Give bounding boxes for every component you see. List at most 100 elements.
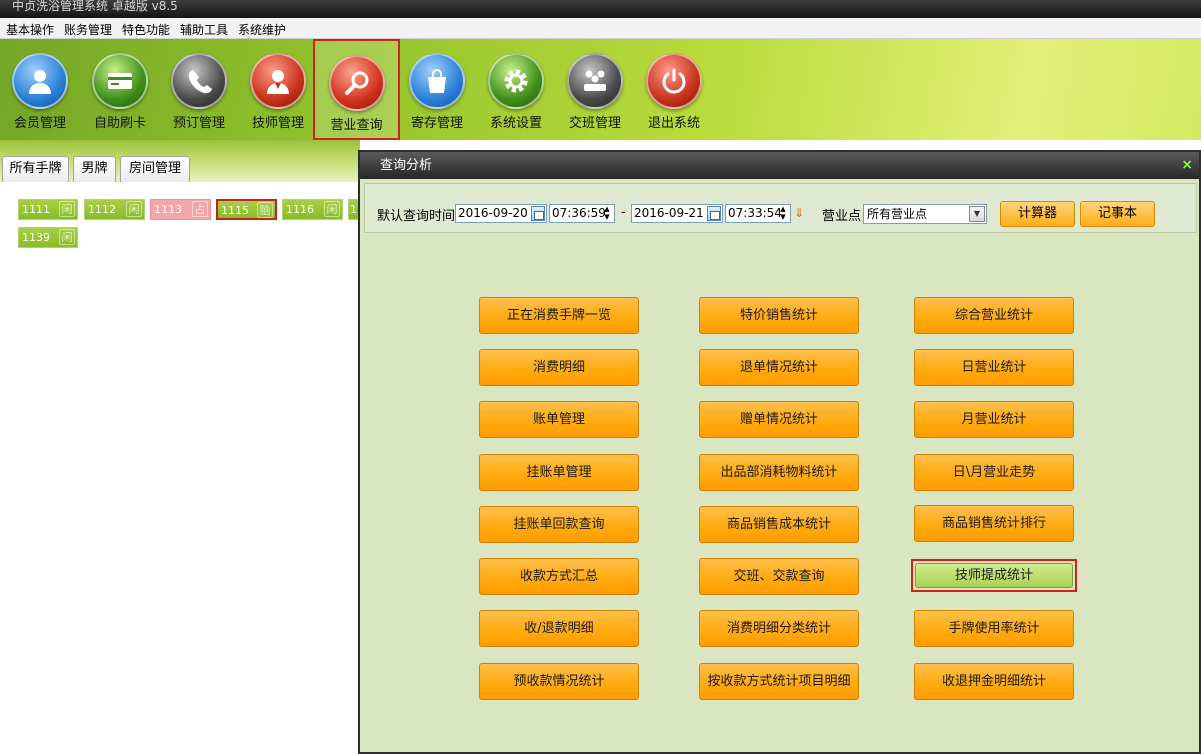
payment-method-summary-button[interactable]: 收款方式汇总 — [479, 558, 639, 595]
query-filter-bar: 默认查询时间 2016-09-20 07:36:59 ▲ ▼ - 2016-09-… — [364, 183, 1197, 233]
outlet-select[interactable]: 所有营业点 ▼ — [863, 204, 987, 224]
spinner-icon[interactable]: ▲ ▼ — [601, 205, 613, 222]
room-status-badge: 脑 — [257, 202, 273, 218]
room-tile[interactable]: 1113 占 — [150, 199, 211, 220]
close-icon[interactable]: × — [1181, 157, 1193, 173]
tab-room-management[interactable]: 房间管理 — [120, 156, 190, 182]
material-consumption-button[interactable]: 出品部消耗物料统计 — [699, 454, 859, 491]
end-time-value: 07:33:54 — [728, 206, 782, 220]
business-query-button[interactable]: 营业查询 — [313, 39, 400, 140]
calendar-icon[interactable] — [531, 206, 545, 221]
bill-management-button[interactable]: 账单管理 — [479, 401, 639, 438]
room-tile-selected[interactable]: 1115 脑 — [216, 199, 277, 220]
main-toolbar: 会员管理 自助刷卡 预订管理 技师管理 营业查询 寄存管理 系统设置 交班管理 … — [0, 39, 1201, 140]
menu-bar: 基本操作 账务管理 特色功能 辅助工具 系统维护 — [0, 18, 1201, 39]
start-date-field[interactable]: 2016-09-20 — [455, 204, 547, 223]
tab-all-tags[interactable]: 所有手牌 — [2, 156, 69, 182]
bag-icon — [409, 53, 465, 109]
tool-label: 自助刷卡 — [93, 116, 146, 131]
calculator-button[interactable]: 计算器 — [1000, 201, 1075, 227]
spinner-icon[interactable]: ▲ ▼ — [777, 205, 789, 222]
notepad-button[interactable]: 记事本 — [1080, 201, 1155, 227]
outlet-selected-value: 所有营业点 — [867, 207, 928, 221]
room-number: 1112 — [88, 203, 116, 216]
technician-icon — [250, 53, 306, 109]
date-range-separator: - — [621, 205, 626, 220]
end-date-value: 2016-09-21 — [634, 206, 704, 220]
handover-icon — [567, 53, 623, 109]
refund-stats-button[interactable]: 退单情况统计 — [699, 349, 859, 386]
room-number: 1113 — [154, 203, 182, 216]
technician-commission-button[interactable]: 技师提成统计 — [915, 563, 1073, 588]
start-time-value: 07:36:59 — [552, 206, 606, 220]
dialog-title-bar: 查询分析 × — [360, 152, 1199, 179]
booking-management-button[interactable]: 预订管理 — [159, 39, 239, 140]
end-date-field[interactable]: 2016-09-21 — [631, 204, 723, 223]
power-icon — [646, 53, 702, 109]
tool-label: 退出系统 — [647, 116, 700, 131]
menu-basic-ops[interactable]: 基本操作 — [6, 21, 54, 38]
special-price-sales-button[interactable]: 特价销售统计 — [699, 297, 859, 334]
room-tile[interactable]: 1139 闲 — [18, 227, 78, 248]
shift-payment-query-button[interactable]: 交班、交款查询 — [699, 558, 859, 595]
member-icon — [12, 53, 68, 109]
window-title: 中贞洗浴管理系统 卓越版 v8.5 — [0, 0, 1201, 18]
consumption-details-button[interactable]: 消费明细 — [479, 349, 639, 386]
tool-label: 营业查询 — [330, 118, 383, 133]
room-status-badge: 闲 — [324, 201, 340, 217]
credit-payment-query-button[interactable]: 挂账单回款查询 — [479, 506, 639, 543]
tab-strip: 所有手牌 男牌 房间管理 — [0, 140, 360, 182]
room-number: 1116 — [286, 203, 314, 216]
room-tile[interactable]: 1116 闲 — [282, 199, 343, 220]
tab-male-tags[interactable]: 男牌 — [73, 156, 116, 182]
receipt-refund-details-button[interactable]: 收/退款明细 — [479, 610, 639, 647]
daily-business-stats-button[interactable]: 日营业统计 — [914, 349, 1074, 386]
room-status-badge: 占 — [192, 201, 208, 217]
card-icon — [92, 53, 148, 109]
dialog-title: 查询分析 — [380, 158, 433, 173]
tool-label: 会员管理 — [13, 116, 66, 131]
start-time-field[interactable]: 07:36:59 ▲ ▼ — [549, 204, 615, 223]
member-management-button[interactable]: 会员管理 — [0, 39, 80, 140]
exit-system-button[interactable]: 退出系统 — [634, 39, 714, 140]
shift-handover-button[interactable]: 交班管理 — [555, 39, 635, 140]
menu-maintenance[interactable]: 系统维护 — [238, 21, 286, 38]
system-settings-button[interactable]: 系统设置 — [476, 39, 556, 140]
query-time-label: 默认查询时间 — [377, 209, 456, 224]
outlet-label: 营业点 — [822, 209, 862, 224]
menu-features[interactable]: 特色功能 — [122, 21, 170, 38]
room-number: 1 — [350, 203, 357, 216]
business-trend-button[interactable]: 日\月营业走势 — [914, 454, 1074, 491]
menu-accounting[interactable]: 账务管理 — [64, 21, 112, 38]
room-tile[interactable]: 1111 闲 — [18, 199, 78, 220]
current-consumption-tags-button[interactable]: 正在消费手牌一览 — [479, 297, 639, 334]
technician-management-button[interactable]: 技师管理 — [238, 39, 318, 140]
menu-tools[interactable]: 辅助工具 — [180, 21, 228, 38]
consumption-category-stats-button[interactable]: 消费明细分类统计 — [699, 610, 859, 647]
tool-label: 寄存管理 — [410, 116, 463, 131]
complimentary-stats-button[interactable]: 赠单情况统计 — [699, 401, 859, 438]
comprehensive-business-stats-button[interactable]: 综合营业统计 — [914, 297, 1074, 334]
phone-icon — [171, 53, 227, 109]
arrow-down-icon[interactable]: ⇓ — [793, 206, 805, 220]
search-icon — [329, 55, 385, 111]
product-cost-stats-button[interactable]: 商品销售成本统计 — [699, 506, 859, 543]
advance-payment-stats-button[interactable]: 预收款情况统计 — [479, 663, 639, 700]
room-status-badge: 闲 — [59, 201, 75, 217]
tag-usage-rate-button[interactable]: 手牌使用率统计 — [914, 610, 1074, 647]
room-number: 1115 — [221, 204, 249, 217]
monthly-business-stats-button[interactable]: 月营业统计 — [914, 401, 1074, 438]
self-service-card-button[interactable]: 自助刷卡 — [80, 39, 160, 140]
credit-bill-management-button[interactable]: 挂账单管理 — [479, 454, 639, 491]
query-analysis-dialog: 查询分析 × 默认查询时间 2016-09-20 07:36:59 ▲ ▼ - 2… — [358, 150, 1201, 754]
product-sales-ranking-button[interactable]: 商品销售统计排行 — [914, 505, 1074, 542]
calendar-icon[interactable] — [707, 206, 721, 221]
room-grid: 1111 闲 1112 闲 1113 占 1115 脑 1116 闲 1 113… — [0, 182, 360, 754]
deposit-details-button[interactable]: 收退押金明细统计 — [914, 663, 1074, 700]
payment-method-item-details-button[interactable]: 按收款方式统计项目明细 — [699, 663, 859, 700]
end-time-field[interactable]: 07:33:54 ▲ ▼ — [725, 204, 791, 223]
room-tile[interactable]: 1112 闲 — [84, 199, 145, 220]
chevron-down-icon[interactable]: ▼ — [969, 206, 985, 222]
storage-management-button[interactable]: 寄存管理 — [397, 39, 477, 140]
room-status-badge: 闲 — [126, 201, 142, 217]
